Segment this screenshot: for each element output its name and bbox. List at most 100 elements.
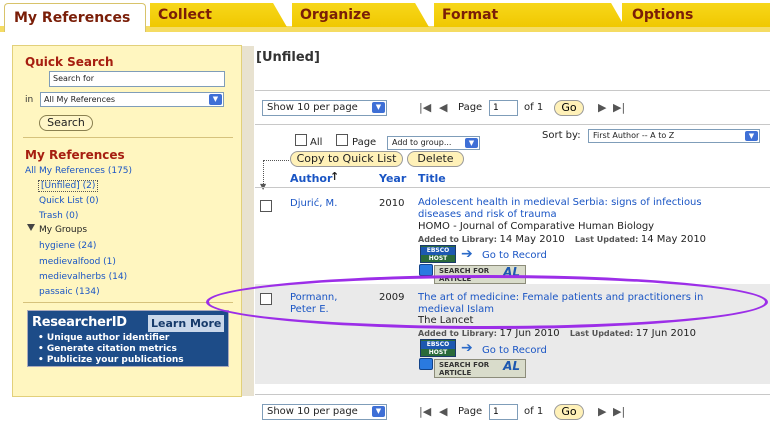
last-page-icon[interactable]: ▶| — [613, 405, 625, 418]
tab-format[interactable]: Format — [434, 3, 608, 27]
arrow-right-icon: ➔ — [461, 340, 473, 356]
folder-icon[interactable] — [419, 358, 433, 370]
tab-label: Organize — [300, 7, 371, 23]
left-panel: Quick Search Search for in All My Refere… — [12, 45, 254, 397]
row-dates: Added to Library: 17 Jun 2010 Last Updat… — [418, 328, 696, 339]
delete-button[interactable]: Delete — [407, 151, 464, 167]
page-label: Page — [458, 102, 483, 113]
tab-label: Options — [632, 7, 694, 23]
page-number-input[interactable]: 1 — [489, 100, 518, 116]
sidebar-item-group[interactable]: medievalherbs (14) — [39, 272, 127, 282]
first-page-icon[interactable]: |◀ — [419, 405, 431, 418]
page-count-label: of 1 — [524, 102, 544, 113]
rid-bullet-text: Unique author identifier — [46, 333, 170, 343]
ebsco-bottom: HOST — [428, 349, 448, 356]
rid-bullet: • Unique author identifier — [38, 333, 170, 343]
row-year: 2010 — [379, 198, 405, 209]
next-page-icon[interactable]: ▶ — [598, 405, 606, 418]
tab-options[interactable]: Options — [622, 3, 770, 27]
divider — [23, 137, 233, 138]
learn-more-button[interactable]: Learn More — [148, 315, 225, 332]
copy-to-quick-list-button[interactable]: Copy to Quick List — [290, 151, 403, 167]
added-value: 14 May 2010 — [499, 234, 565, 245]
column-header-year[interactable]: Year — [379, 172, 406, 185]
next-page-icon[interactable]: ▶ — [598, 101, 606, 114]
tab-organize[interactable]: Organize — [292, 3, 412, 27]
tab-my-references[interactable]: My References — [4, 3, 146, 32]
row-title[interactable]: Adolescent health in medieval Serbia: si… — [418, 197, 763, 209]
selection-guide — [263, 160, 289, 186]
column-header-title[interactable]: Title — [418, 172, 446, 185]
triangle-down-icon[interactable] — [27, 224, 35, 231]
sidebar-item-group[interactable]: hygiene (24) — [39, 241, 96, 251]
tab-bar: Collect Organize Format Options My Refer… — [0, 0, 770, 32]
ebsco-top: EBSCO — [421, 341, 455, 349]
go-button[interactable]: Go — [554, 404, 584, 420]
sidebar-item-group[interactable]: passaic (134) — [39, 287, 100, 297]
sidebar-item-all[interactable]: All My References (175) — [25, 166, 132, 176]
chevron-down-icon: ▼ — [745, 131, 758, 141]
sidebar-item-unfiled[interactable]: [Unfiled] (2) — [38, 180, 99, 192]
sidebar-item-trash[interactable]: Trash (0) — [39, 211, 78, 221]
select-page-checkbox[interactable] — [336, 134, 348, 146]
column-header-author[interactable]: Author — [290, 172, 332, 185]
row-checkbox[interactable] — [260, 200, 272, 212]
updated-label: Last Updated: — [569, 329, 634, 338]
divider — [255, 187, 770, 188]
ebsco-host-icon[interactable]: EBSCO HOST — [420, 339, 456, 357]
page-number-input[interactable]: 1 — [489, 404, 518, 420]
quick-search-heading: Quick Search — [25, 55, 114, 69]
updated-value: 17 Jun 2010 — [635, 328, 696, 339]
row-journal: HOMO - Journal of Comparative Human Biol… — [418, 221, 655, 232]
page-label: Page — [458, 406, 483, 417]
sidebar-item-group[interactable]: medievalfood (1) — [39, 257, 116, 267]
row-author[interactable]: Djurić, M. — [290, 198, 337, 210]
my-references-heading: My References — [25, 148, 125, 162]
select-all-checkbox[interactable] — [295, 134, 307, 146]
search-button[interactable]: Search — [39, 115, 93, 131]
per-page-select[interactable]: Show 10 per page ▼ — [262, 100, 387, 116]
sort-select[interactable]: First Author -- A to Z ▼ — [588, 129, 760, 143]
go-button[interactable]: Go — [554, 100, 584, 116]
chevron-down-icon: ▼ — [372, 102, 385, 113]
page-title: [Unfiled] — [256, 50, 320, 65]
go-to-record-link[interactable]: Go to Record — [482, 250, 547, 261]
researcher-id-title: ResearcherID — [32, 315, 127, 330]
add-to-group-value: Add to group... — [392, 138, 452, 147]
sort-value: First Author -- A to Z — [593, 131, 675, 140]
ebsco-host-icon[interactable]: EBSCO HOST — [420, 245, 456, 263]
sort-ascending-icon: ↑ — [330, 170, 340, 183]
article-linker-logo: AL — [503, 359, 520, 373]
per-page-value: Show 10 per page — [267, 102, 358, 113]
sidebar-item-quick-list[interactable]: Quick List (0) — [39, 196, 99, 206]
in-label: in — [25, 95, 34, 105]
prev-page-icon[interactable]: ◀ — [439, 405, 447, 418]
rid-bullet: • Generate citation metrics — [38, 344, 177, 354]
updated-value: 14 May 2010 — [640, 234, 707, 245]
folder-icon[interactable] — [419, 264, 433, 276]
updated-label: Last Updated: — [574, 235, 639, 244]
chevron-down-icon: ▼ — [209, 94, 222, 105]
last-page-icon[interactable]: ▶| — [613, 101, 625, 114]
my-groups-label: My Groups — [39, 225, 88, 235]
row-title-cont[interactable]: diseases and risk of trauma — [418, 209, 763, 221]
tab-label: My References — [14, 10, 131, 26]
ebsco-bottom: HOST — [428, 255, 448, 262]
per-page-value: Show 10 per page — [267, 406, 358, 417]
quick-search-input[interactable]: Search for — [49, 71, 225, 87]
added-value: 17 Jun 2010 — [499, 328, 560, 339]
search-scope-select[interactable]: All My References ▼ — [40, 92, 224, 107]
divider — [255, 394, 770, 395]
tab-label: Format — [442, 7, 499, 23]
arrow-right-icon: ➔ — [461, 246, 473, 262]
add-to-group-select[interactable]: Add to group... ▼ — [387, 136, 480, 150]
researcher-id-banner[interactable]: ResearcherID Learn More • Unique author … — [27, 310, 229, 367]
prev-page-icon[interactable]: ◀ — [439, 101, 447, 114]
tab-collect[interactable]: Collect — [150, 3, 270, 27]
added-label: Added to Library: — [418, 235, 497, 244]
first-page-icon[interactable]: |◀ — [419, 101, 431, 114]
per-page-select[interactable]: Show 10 per page ▼ — [262, 404, 387, 420]
added-label: Added to Library: — [418, 329, 497, 338]
search-for-article-button[interactable]: SEARCH FOR ARTICLE AL — [434, 359, 526, 378]
go-to-record-link[interactable]: Go to Record — [482, 345, 547, 356]
